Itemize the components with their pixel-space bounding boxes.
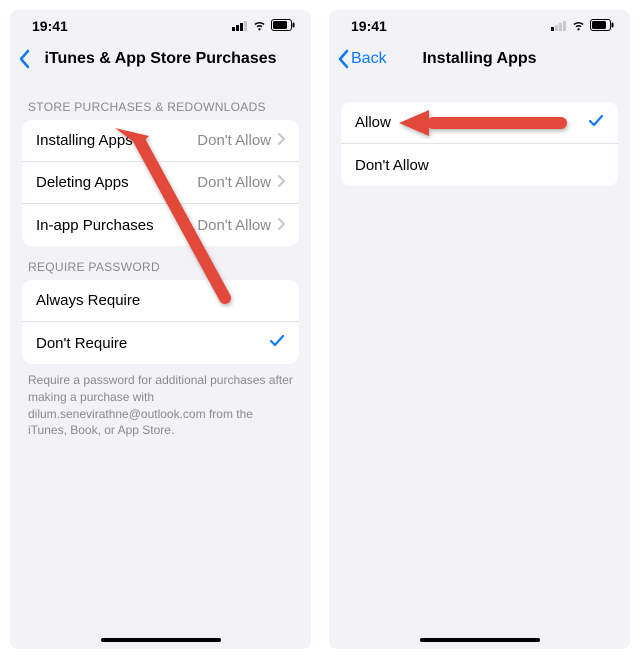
section-header-password: REQUIRE PASSWORD (10, 246, 311, 280)
chevron-left-icon (18, 49, 30, 69)
battery-icon (271, 18, 295, 34)
page-title: iTunes & App Store Purchases (44, 50, 276, 68)
checkmark-icon (269, 334, 285, 352)
page-title: Installing Apps (422, 50, 536, 68)
wifi-icon (252, 18, 267, 34)
status-icons (232, 18, 295, 34)
status-time: 19:41 (351, 18, 387, 34)
row-label: Allow (355, 114, 588, 131)
status-bar: 19:41 (10, 10, 311, 38)
row-always-require[interactable]: Always Require (22, 280, 299, 322)
back-button[interactable] (18, 38, 30, 80)
cellular-icon (232, 18, 248, 34)
row-label: Installing Apps (36, 132, 197, 149)
screenshot-left: 19:41 iTunes & App Store Purchases STORE… (10, 10, 311, 649)
row-label: Deleting Apps (36, 174, 197, 191)
back-button[interactable]: Back (337, 38, 387, 80)
status-time: 19:41 (32, 18, 68, 34)
row-installing-apps[interactable]: Installing Apps Don't Allow (22, 120, 299, 162)
chevron-right-icon (277, 132, 285, 149)
group-options: Allow Don't Allow (341, 102, 618, 186)
status-bar: 19:41 (329, 10, 630, 38)
home-indicator (420, 638, 540, 642)
nav-bar: Back Installing Apps (329, 38, 630, 80)
chevron-right-icon (277, 174, 285, 191)
content: STORE PURCHASES & REDOWNLOADS Installing… (10, 80, 311, 649)
nav-bar: iTunes & App Store Purchases (10, 38, 311, 80)
chevron-left-icon (337, 49, 349, 69)
group-store: Installing Apps Don't Allow Deleting App… (22, 120, 299, 246)
row-in-app-purchases[interactable]: In-app Purchases Don't Allow (22, 204, 299, 246)
home-indicator (101, 638, 221, 642)
wifi-icon (571, 18, 586, 34)
section-footer-password: Require a password for additional purcha… (10, 364, 311, 439)
back-label: Back (351, 50, 387, 68)
row-detail: Don't Allow (197, 217, 271, 234)
section-header-store: STORE PURCHASES & REDOWNLOADS (10, 86, 311, 120)
row-dont-require[interactable]: Don't Require (22, 322, 299, 364)
screenshot-right: 19:41 Back Installing Apps Allow (329, 10, 630, 649)
row-label: Always Require (36, 292, 285, 309)
content: Allow Don't Allow (329, 80, 630, 649)
row-dont-allow[interactable]: Don't Allow (341, 144, 618, 186)
chevron-right-icon (277, 217, 285, 234)
row-allow[interactable]: Allow (341, 102, 618, 144)
row-detail: Don't Allow (197, 174, 271, 191)
row-label: In-app Purchases (36, 217, 197, 234)
group-password: Always Require Don't Require (22, 280, 299, 364)
row-detail: Don't Allow (197, 132, 271, 149)
status-icons (551, 18, 614, 34)
battery-icon (590, 18, 614, 34)
row-deleting-apps[interactable]: Deleting Apps Don't Allow (22, 162, 299, 204)
row-label: Don't Require (36, 335, 269, 352)
cellular-icon (551, 18, 567, 34)
checkmark-icon (588, 114, 604, 132)
row-label: Don't Allow (355, 157, 604, 174)
